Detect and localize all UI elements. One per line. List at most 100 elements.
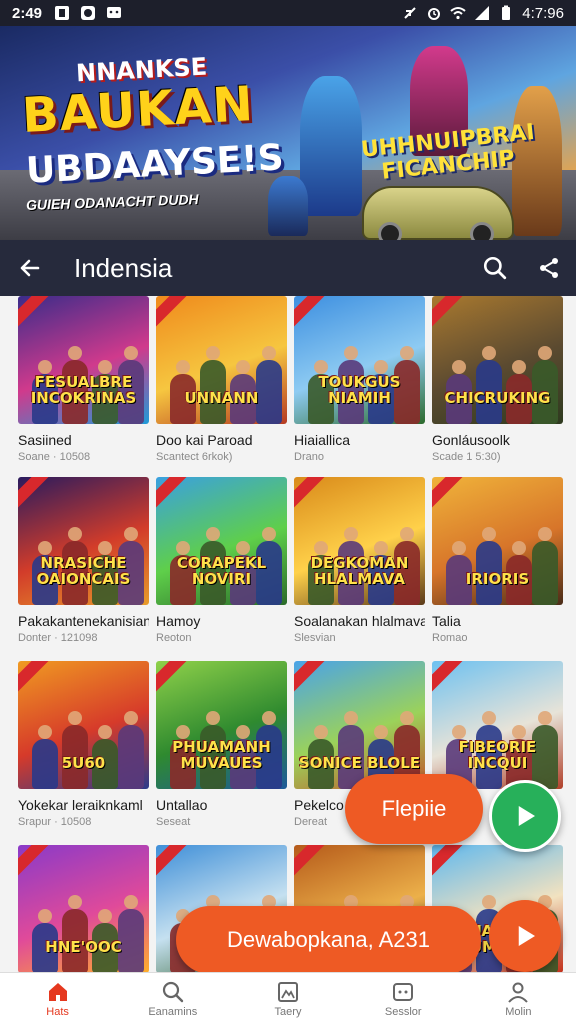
search-icon <box>483 256 507 280</box>
back-arrow-icon <box>20 259 40 277</box>
game-card[interactable]: HNE'OOC <box>18 845 149 984</box>
corner-ribbon <box>294 661 332 697</box>
corner-ribbon <box>18 661 56 697</box>
game-thumbnail[interactable]: IRIORIS <box>432 477 563 605</box>
game-card[interactable]: FESUALBRE INCOKRINAS Sasiined Soane · 1050… <box>18 296 149 463</box>
corner-ribbon <box>294 477 332 513</box>
corner-ribbon <box>432 296 470 332</box>
app-icon <box>81 6 96 20</box>
banner-hero-4 <box>268 176 308 236</box>
corner-ribbon <box>156 296 194 332</box>
back-button[interactable] <box>0 240 60 296</box>
game-subtitle: Romao <box>432 632 468 644</box>
game-art-title: CHICRUKING <box>444 389 551 407</box>
game-thumbnail[interactable]: TOUKGUS NIAMIH <box>294 296 425 424</box>
status-clock: 4:7:96 <box>522 4 564 22</box>
game-subtitle: Drano <box>294 451 324 463</box>
nav-item-library[interactable]: Taery <box>230 973 345 1024</box>
search-button[interactable] <box>468 240 522 296</box>
nav-label-library: Taery <box>274 1005 302 1018</box>
game-art-title: 5U60 <box>61 754 106 772</box>
game-art-title: HNE'OOC <box>45 938 122 956</box>
nav-label-controller: Sesslor <box>384 1005 422 1018</box>
game-thumbnail[interactable]: HNE'OOC <box>18 845 149 973</box>
corner-ribbon <box>432 661 470 697</box>
nav-item-search[interactable]: Eanamins <box>115 973 230 1024</box>
game-card[interactable]: 5U60 Yokekar leraiknkaml Srapur · 10508 <box>18 661 149 828</box>
corner-ribbon <box>18 477 56 513</box>
battery-icon <box>502 5 511 20</box>
controller-icon <box>393 982 414 1001</box>
game-name: Pakakantenekanisian <box>18 613 149 629</box>
play-icon <box>518 926 535 946</box>
corner-ribbon <box>432 477 470 513</box>
game-card[interactable]: DEGKOMAN HLALMAVA Soalanakan hlalmava Sles… <box>294 477 425 644</box>
wifi-icon <box>450 7 466 20</box>
game-thumbnail[interactable]: NRASICHE OAIONCAIS <box>18 477 149 605</box>
page-title: Indensia <box>74 252 173 283</box>
game-thumbnail[interactable]: CORAPEKL NOVIRI <box>156 477 287 605</box>
download-pill-button[interactable]: Dewabopkana, A231 <box>176 906 481 974</box>
game-thumbnail[interactable]: DEGKOMAN HLALMAVA <box>294 477 425 605</box>
feature-button[interactable]: Flepiie <box>345 774 483 844</box>
game-name: Hamoy <box>156 613 201 629</box>
game-art-title: DEGKOMAN HLALMAVA <box>310 554 409 588</box>
game-card[interactable]: CORAPEKL NOVIRI Hamoy Reoton <box>156 477 287 644</box>
play-button-green[interactable] <box>489 780 561 852</box>
mute-icon <box>404 7 416 19</box>
status-time: 2:49 <box>12 4 43 22</box>
game-name: Talia <box>432 613 461 629</box>
game-subtitle: Slesvian <box>294 632 336 644</box>
nav-label-home: Hats <box>46 1005 69 1018</box>
game-card[interactable]: UNNANN Doo kai Paroad Scantect 6rkok) <box>156 296 287 463</box>
corner-ribbon <box>294 845 332 881</box>
message-icon <box>107 7 122 18</box>
game-thumbnail[interactable]: 5U60 <box>18 661 149 789</box>
profile-icon <box>508 982 529 1003</box>
share-icon <box>540 258 558 278</box>
game-name: Yokekar leraiknkaml <box>18 797 143 813</box>
nav-item-profile[interactable]: Molin <box>461 973 576 1024</box>
game-thumbnail[interactable]: FIBEORIE INCQUI <box>432 661 563 789</box>
alarm-icon <box>428 8 441 20</box>
game-card[interactable]: CHICRUKING Gonláusoolk Scade 1 5:30) <box>432 296 563 463</box>
app-bar: Indensia <box>0 240 576 296</box>
banner-hero-1 <box>300 76 362 216</box>
nav-label-search: Eanamins <box>148 1005 198 1018</box>
game-card[interactable]: PHUAMANH MUVAUES Untallao Seseat <box>156 661 287 828</box>
promo-banner[interactable]: NNANKSE BAUKAN UBDAAYSE!S GUIEH ODANACHT… <box>0 26 576 240</box>
corner-ribbon <box>156 845 194 881</box>
game-card[interactable]: NRASICHE OAIONCAIS Pakakantenekanisian Don… <box>18 477 149 644</box>
game-name: Gonláusoolk <box>432 432 510 448</box>
game-art-title: UNNANN <box>184 389 259 407</box>
search-icon <box>162 981 183 1002</box>
game-art-title: SONICE BLOLE <box>298 754 421 772</box>
status-right: 4:7:96 <box>402 5 564 22</box>
game-subtitle: Scade 1 5:30) <box>432 451 501 463</box>
game-name: Untallao <box>156 797 208 813</box>
game-thumbnail[interactable]: PHUAMANH MUVAUES <box>156 661 287 789</box>
game-subtitle: Seseat <box>156 816 191 828</box>
notification-icon <box>55 6 70 20</box>
game-card[interactable]: IRIORIS Talia Romao <box>432 477 563 644</box>
game-name: Sasiined <box>18 432 72 448</box>
game-thumbnail[interactable]: CHICRUKING <box>432 296 563 424</box>
share-button[interactable] <box>522 240 576 296</box>
banner-car <box>362 186 514 240</box>
play-icon <box>518 806 535 826</box>
play-button-orange[interactable] <box>489 900 561 972</box>
corner-ribbon <box>18 296 56 332</box>
nav-item-home[interactable]: Hats <box>0 973 115 1024</box>
nav-label-profile: Molin <box>505 1005 532 1018</box>
game-thumbnail[interactable]: UNNANN <box>156 296 287 424</box>
game-card[interactable]: TOUKGUS NIAMIH Hiaiallica Drano <box>294 296 425 463</box>
game-art-title: CORAPEKL NOVIRI <box>176 554 267 588</box>
game-name: Hiaiallica <box>294 432 351 448</box>
game-subtitle: Srapur · 10508 <box>18 816 92 828</box>
game-thumbnail[interactable]: SONICE BLOLE <box>294 661 425 789</box>
library-icon <box>278 981 298 1002</box>
game-thumbnail[interactable]: FESUALBRE INCOKRINAS <box>18 296 149 424</box>
game-art-title: FESUALBRE INCOKRINAS <box>30 373 137 407</box>
nav-item-controller[interactable]: Sesslor <box>346 973 461 1024</box>
game-subtitle: Soane · 10508 <box>18 451 91 463</box>
